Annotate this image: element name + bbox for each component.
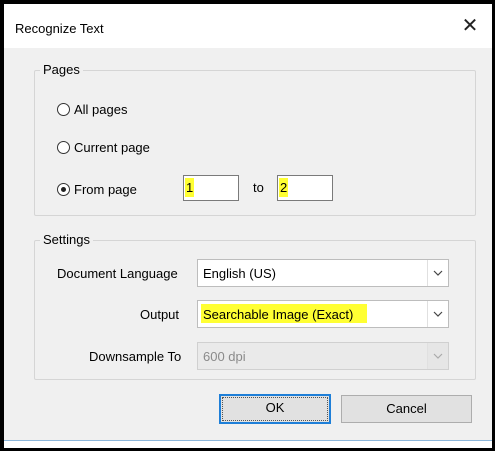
radio-label: Current page	[74, 139, 150, 155]
document-language-select[interactable]: English (US)	[197, 259, 449, 287]
dialog-title: Recognize Text	[15, 21, 104, 36]
output-label: Output	[140, 307, 180, 322]
to-page-value: 2	[280, 180, 288, 195]
close-button[interactable]: ✕	[452, 10, 488, 42]
dropdown-arrow[interactable]	[427, 301, 448, 327]
recognize-text-dialog: Recognize Text ✕ Pages All pages Current…	[4, 4, 492, 448]
output-select[interactable]: Searchable Image (Exact)	[197, 300, 449, 328]
chevron-down-icon	[433, 353, 443, 359]
downsample-label: Downsample To	[89, 349, 182, 364]
to-page-input[interactable]: 2	[277, 175, 333, 201]
radio-from-page[interactable]: From page	[57, 180, 137, 198]
radio-button-selected[interactable]	[57, 182, 70, 196]
to-label: to	[253, 180, 264, 195]
radio-all-pages[interactable]: All pages	[57, 100, 127, 118]
status-strip-border	[4, 440, 492, 441]
chevron-down-icon	[433, 311, 443, 317]
settings-group-legend: Settings	[40, 232, 93, 247]
from-page-value: 1	[186, 180, 194, 195]
cancel-button[interactable]: Cancel	[341, 395, 472, 423]
chevron-down-icon	[433, 270, 443, 276]
dropdown-arrow[interactable]	[427, 260, 448, 286]
radio-current-page[interactable]: Current page	[57, 138, 150, 156]
radio-button[interactable]	[57, 140, 70, 154]
cancel-button-label: Cancel	[386, 401, 427, 416]
radio-button[interactable]	[57, 102, 70, 116]
radio-label: All pages	[74, 101, 128, 117]
status-strip	[4, 440, 492, 448]
downsample-select[interactable]: 600 dpi	[197, 342, 449, 370]
close-icon: ✕	[461, 15, 479, 37]
output-value: Searchable Image (Exact)	[203, 307, 354, 322]
radio-label: From page	[74, 181, 137, 197]
dropdown-arrow[interactable]	[427, 343, 448, 369]
from-page-input[interactable]: 1	[183, 175, 239, 201]
document-language-label: Document Language	[57, 266, 178, 281]
pages-group-legend: Pages	[40, 62, 83, 77]
focus-rectangle	[222, 397, 328, 421]
document-language-value: English (US)	[203, 266, 276, 281]
title-bar: Recognize Text ✕	[4, 4, 492, 48]
ok-button[interactable]: OK	[219, 394, 331, 424]
downsample-value: 600 dpi	[203, 349, 246, 364]
